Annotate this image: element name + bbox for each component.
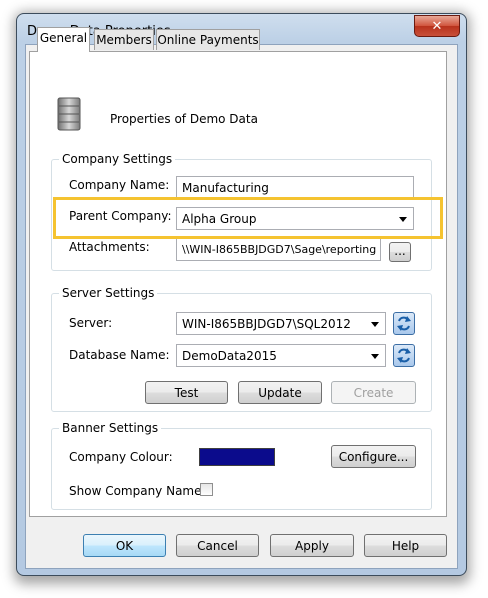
attachments-value: \\WIN-I865BBJDGD7\Sage\reporting [182, 243, 377, 256]
properties-heading: Properties of Demo Data [110, 112, 258, 126]
update-label: Update [258, 386, 302, 400]
database-name-value: DemoData2015 [182, 349, 277, 363]
chevron-down-icon [371, 322, 379, 327]
test-button[interactable]: Test [145, 381, 228, 404]
cancel-label: Cancel [197, 539, 238, 553]
browse-label: ... [394, 244, 406, 258]
update-button[interactable]: Update [238, 381, 322, 404]
create-button[interactable]: Create [331, 381, 416, 404]
server-label: Server: [69, 316, 113, 330]
attachments-field[interactable]: \\WIN-I865BBJDGD7\Sage\reporting [176, 238, 381, 261]
ok-label: OK [115, 539, 134, 553]
server-dropdown[interactable]: WIN-I865BBJDGD7\SQL2012 [176, 312, 386, 335]
refresh-server-button[interactable] [393, 312, 415, 335]
browse-button[interactable]: ... [389, 242, 411, 262]
apply-label: Apply [295, 539, 329, 553]
help-label: Help [391, 539, 420, 553]
company-name-field[interactable]: Manufacturing [176, 176, 414, 199]
company-colour-swatch[interactable] [199, 448, 275, 466]
database-name-dropdown[interactable]: DemoData2015 [176, 344, 386, 367]
configure-button[interactable]: Configure... [331, 445, 416, 468]
create-label: Create [353, 386, 394, 400]
company-colour-label: Company Colour: [69, 450, 173, 464]
ok-button[interactable]: OK [83, 534, 166, 557]
refresh-icon [397, 348, 411, 363]
cancel-button[interactable]: Cancel [176, 534, 259, 557]
database-name-label: Database Name: [69, 348, 170, 362]
company-name-label: Company Name: [69, 178, 170, 192]
apply-button[interactable]: Apply [270, 534, 354, 557]
help-button[interactable]: Help [364, 534, 447, 557]
company-name-value: Manufacturing [182, 181, 269, 195]
database-icon [56, 97, 82, 131]
highlight-box [53, 197, 443, 239]
show-company-name-checkbox[interactable] [200, 483, 213, 496]
server-value: WIN-I865BBJDGD7\SQL2012 [182, 317, 351, 331]
attachments-label: Attachments: [69, 240, 150, 254]
chevron-down-icon [371, 354, 379, 359]
configure-label: Configure... [338, 450, 409, 464]
test-label: Test [174, 386, 199, 400]
show-company-name-label: Show Company Name [69, 484, 202, 498]
company-settings-title: Company Settings [59, 152, 176, 166]
server-settings-title: Server Settings [59, 286, 158, 300]
refresh-icon [397, 316, 411, 331]
banner-settings-title: Banner Settings [59, 421, 162, 435]
refresh-database-button[interactable] [393, 344, 415, 367]
